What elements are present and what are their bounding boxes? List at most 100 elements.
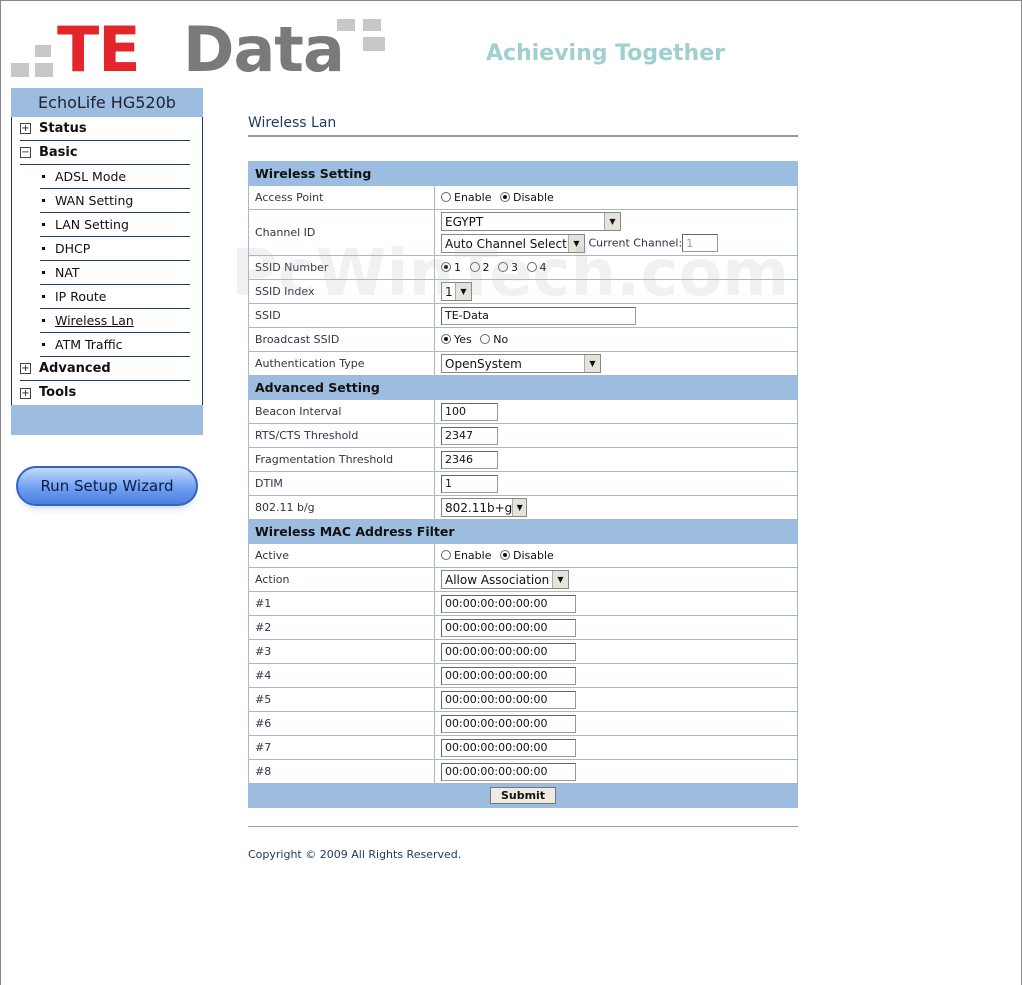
mac-filter-disable-radio[interactable] bbox=[499, 550, 510, 560]
auth-type-label: Authentication Type bbox=[248, 351, 435, 376]
sidebar: EchoLife HG520b + Status − Basic ADSL Mode… bbox=[11, 88, 203, 435]
footer-divider bbox=[248, 826, 798, 827]
channel-id-label: Channel ID bbox=[248, 209, 435, 256]
bullet-icon bbox=[42, 295, 45, 298]
rts-threshold-label: RTS/CTS Threshold bbox=[248, 423, 435, 448]
mac-entry-label: #7 bbox=[248, 735, 435, 760]
beacon-interval-input[interactable] bbox=[441, 402, 498, 421]
nav-item-lan-setting[interactable]: LAN Setting bbox=[40, 213, 190, 237]
te-data-logo: TE Data bbox=[11, 13, 391, 86]
bullet-icon bbox=[42, 175, 45, 178]
beacon-interval-label: Beacon Interval bbox=[248, 399, 435, 424]
broadcast-ssid-no-radio[interactable] bbox=[480, 334, 491, 344]
current-channel-field[interactable] bbox=[682, 234, 719, 252]
nav-group-status[interactable]: + Status bbox=[20, 117, 190, 141]
logo-te-text: TE bbox=[57, 13, 141, 86]
tagline: Achieving Together bbox=[486, 41, 725, 66]
dropdown-arrow-icon: ▼ bbox=[512, 499, 526, 516]
run-setup-wizard-button[interactable]: Run Setup Wizard bbox=[16, 466, 198, 506]
mac-entry-6-input[interactable] bbox=[441, 714, 576, 733]
mac-entry-8-input[interactable] bbox=[441, 762, 576, 781]
ssid-index-select[interactable]: 1 ▼ bbox=[441, 282, 472, 301]
expand-icon: + bbox=[20, 363, 31, 374]
mac-entry-label: #1 bbox=[248, 591, 435, 616]
mac-entry-label: #5 bbox=[248, 687, 435, 712]
mac-filter-enable-radio[interactable] bbox=[441, 550, 451, 560]
country-select[interactable]: EGYPT ▼ bbox=[441, 212, 621, 231]
copyright: Copyright © 2009 All Rights Reserved. bbox=[248, 848, 462, 861]
dropdown-arrow-icon: ▼ bbox=[552, 571, 568, 588]
mac-filter-active-label: Active bbox=[248, 543, 435, 568]
settings-table: Wireless Setting Access Point Enable Dis… bbox=[248, 161, 798, 808]
nav-item-atm-traffic[interactable]: ATM Traffic bbox=[40, 333, 190, 357]
section-advanced-setting: Advanced Setting bbox=[248, 375, 798, 400]
sidebar-footer bbox=[11, 405, 203, 435]
ssid-index-label: SSID Index bbox=[248, 279, 435, 304]
mac-entry-5-input[interactable] bbox=[441, 690, 576, 709]
ssid-number-1-radio[interactable] bbox=[441, 262, 451, 272]
ssid-number-label: SSID Number bbox=[248, 255, 435, 280]
dropdown-arrow-icon: ▼ bbox=[604, 213, 620, 230]
access-point-disable-radio[interactable] bbox=[499, 192, 510, 202]
submit-row: Submit bbox=[248, 783, 798, 808]
mac-filter-action-select[interactable]: Allow Association ▼ bbox=[441, 570, 569, 589]
nav-item-dhcp[interactable]: DHCP bbox=[40, 237, 190, 261]
main-content: Wireless Lan Wireless Setting Access Poi… bbox=[248, 113, 798, 861]
nav-menu: + Status − Basic ADSL Mode WAN Setting LAN… bbox=[11, 117, 203, 405]
expand-icon: + bbox=[20, 387, 31, 399]
ssid-number-3-radio[interactable] bbox=[498, 262, 508, 272]
nav-item-nat[interactable]: NAT bbox=[40, 261, 190, 285]
nav-group-advanced[interactable]: + Advanced bbox=[20, 357, 190, 381]
mac-entry-3-input[interactable] bbox=[441, 642, 576, 661]
bullet-icon bbox=[42, 247, 45, 250]
mac-entry-7-input[interactable] bbox=[441, 738, 576, 757]
mac-entry-4-input[interactable] bbox=[441, 666, 576, 685]
access-point-enable-radio[interactable] bbox=[441, 192, 451, 202]
expand-icon: + bbox=[20, 123, 31, 134]
bullet-icon bbox=[42, 319, 45, 322]
broadcast-ssid-label: Broadcast SSID bbox=[248, 327, 435, 352]
mac-entry-label: #8 bbox=[248, 759, 435, 784]
nav-item-wireless-lan[interactable]: Wireless Lan bbox=[40, 309, 190, 333]
nav-item-adsl-mode[interactable]: ADSL Mode bbox=[40, 165, 190, 189]
access-point-label: Access Point bbox=[248, 185, 435, 210]
mac-filter-action-label: Action bbox=[248, 567, 435, 592]
dtim-label: DTIM bbox=[248, 471, 435, 496]
ssid-number-4-radio[interactable] bbox=[526, 262, 537, 272]
nav-item-ip-route[interactable]: IP Route bbox=[40, 285, 190, 309]
channel-select[interactable]: Auto Channel Select ▼ bbox=[441, 234, 585, 253]
broadcast-ssid-yes-radio[interactable] bbox=[441, 334, 451, 344]
mac-entry-1-input[interactable] bbox=[441, 594, 576, 613]
mac-entry-label: #3 bbox=[248, 639, 435, 664]
current-channel-label: Current Channel: bbox=[588, 236, 683, 250]
mac-entry-label: #2 bbox=[248, 615, 435, 640]
section-mac-filter: Wireless MAC Address Filter bbox=[248, 519, 798, 544]
section-wireless-setting: Wireless Setting bbox=[248, 161, 798, 186]
fragmentation-threshold-label: Fragmentation Threshold bbox=[248, 447, 435, 472]
bullet-icon bbox=[42, 223, 45, 226]
auth-type-select[interactable]: OpenSystem ▼ bbox=[441, 354, 601, 373]
bullet-icon bbox=[42, 343, 45, 346]
logo-data-text: Data bbox=[183, 13, 345, 86]
nav-group-tools[interactable]: + Tools bbox=[20, 381, 190, 405]
submit-button[interactable]: Submit bbox=[489, 787, 557, 804]
rts-threshold-input[interactable] bbox=[441, 426, 498, 445]
device-model: EchoLife HG520b bbox=[11, 88, 203, 117]
dtim-input[interactable] bbox=[441, 474, 498, 493]
dropdown-arrow-icon: ▼ bbox=[568, 235, 584, 252]
page-title: Wireless Lan bbox=[248, 113, 798, 137]
bullet-icon bbox=[42, 271, 45, 274]
nav-item-wan-setting[interactable]: WAN Setting bbox=[40, 189, 190, 213]
dropdown-arrow-icon: ▼ bbox=[455, 283, 471, 300]
nav-group-basic[interactable]: − Basic bbox=[20, 141, 190, 165]
fragmentation-threshold-input[interactable] bbox=[441, 450, 498, 469]
ssid-number-2-radio[interactable] bbox=[469, 262, 480, 272]
ssid-input[interactable] bbox=[441, 306, 636, 325]
mac-entry-2-input[interactable] bbox=[441, 618, 576, 637]
collapse-icon: − bbox=[20, 147, 31, 158]
mac-entry-label: #6 bbox=[248, 711, 435, 736]
wireless-mode-select[interactable]: 802.11b+g ▼ bbox=[441, 498, 527, 517]
mac-entry-label: #4 bbox=[248, 663, 435, 688]
bullet-icon bbox=[42, 199, 45, 202]
wireless-mode-label: 802.11 b/g bbox=[248, 495, 435, 520]
